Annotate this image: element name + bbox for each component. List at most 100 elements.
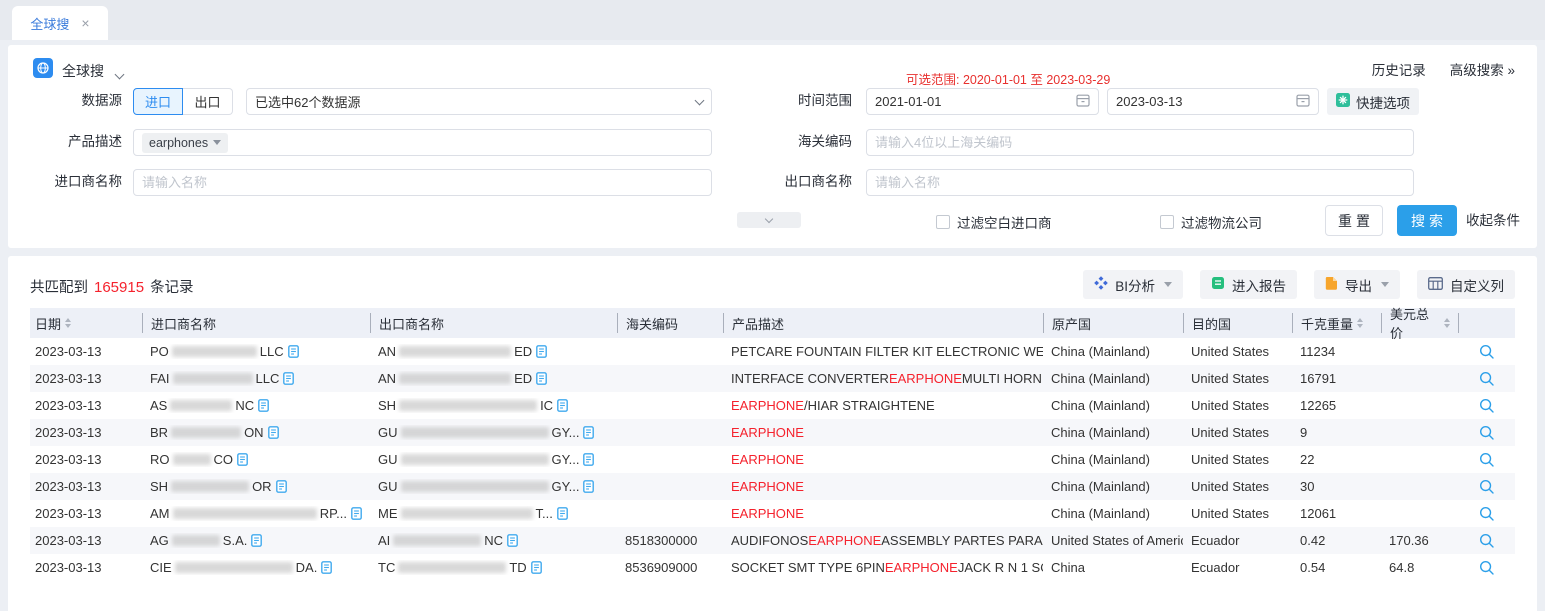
search-magnifier-icon[interactable] — [1479, 479, 1495, 495]
exporter-input[interactable] — [866, 169, 1414, 196]
col-header-value[interactable]: 美元总价 — [1381, 313, 1458, 333]
company-detail-icon[interactable] — [583, 426, 594, 439]
close-icon[interactable]: × — [81, 15, 89, 31]
col-header-weight[interactable]: 千克重量 — [1292, 313, 1381, 333]
filter-blank-importer-checkbox[interactable]: 过滤空白进口商 — [936, 212, 1052, 232]
export-button[interactable]: 导出 — [1314, 270, 1400, 299]
col-label: 目的国 — [1192, 314, 1231, 333]
collapse-conditions-link[interactable]: 收起条件 — [1466, 205, 1520, 236]
chevron-down-icon — [213, 140, 221, 145]
checkbox-icon[interactable] — [1160, 215, 1174, 229]
col-header-hs: 海关编码 — [617, 313, 723, 333]
destination-country-cell: United States — [1183, 452, 1292, 467]
bi-analysis-button[interactable]: BI分析 — [1083, 270, 1183, 299]
top-links: 历史记录 高级搜索 » — [1372, 59, 1515, 79]
sort-icon[interactable] — [1357, 318, 1363, 328]
product-description-cell: EARPHONE/HIAR STRAIGHTENE — [723, 398, 1043, 413]
origin-country-cell: China (Mainland) — [1043, 371, 1183, 386]
company-detail-icon[interactable] — [251, 534, 262, 547]
date-to-value: 2023-03-13 — [1116, 94, 1183, 109]
product-input[interactable]: earphones — [133, 129, 712, 156]
table-header-row: 日期进口商名称出口商名称海关编码产品描述原产国目的国千克重量美元总价 — [30, 308, 1515, 338]
exporter-cell: AINC — [370, 533, 617, 548]
results-table: 日期进口商名称出口商名称海关编码产品描述原产国目的国千克重量美元总价 2023-… — [30, 308, 1515, 581]
import-toggle[interactable]: 进口 — [133, 88, 183, 115]
sort-icon[interactable] — [1444, 318, 1450, 328]
company-detail-icon[interactable] — [321, 561, 332, 574]
filter-logistics-checkbox[interactable]: 过滤物流公司 — [1160, 212, 1262, 232]
company-detail-icon[interactable] — [268, 426, 279, 439]
exporter-cell: GUGY... — [370, 425, 617, 440]
redacted-text — [175, 562, 293, 573]
company-detail-icon[interactable] — [237, 453, 248, 466]
company-detail-icon[interactable] — [288, 345, 299, 358]
customize-columns-button[interactable]: 自定义列 — [1417, 270, 1515, 299]
importer-cell: FAILLC — [142, 371, 370, 386]
match-prefix: 共匹配到 — [30, 276, 88, 297]
product-description-cell: INTERFACE CONVERTER EARPHONE MULTI HORN … — [723, 371, 1043, 386]
history-link[interactable]: 历史记录 — [1372, 59, 1426, 79]
calendar-icon[interactable] — [1076, 93, 1090, 110]
importer-input[interactable] — [133, 169, 712, 196]
hs-label: 海关编码 — [756, 129, 852, 155]
chevron-down-icon[interactable] — [116, 65, 123, 83]
destination-country-cell: Ecuador — [1183, 533, 1292, 548]
table-grid-icon — [1428, 277, 1443, 293]
search-button[interactable]: 搜索 — [1397, 205, 1457, 236]
export-toggle[interactable]: 出口 — [183, 88, 233, 115]
calendar-icon[interactable] — [1296, 93, 1310, 110]
company-detail-icon[interactable] — [507, 534, 518, 547]
enter-report-button[interactable]: 进入报告 — [1200, 270, 1297, 299]
product-tag[interactable]: earphones — [142, 133, 228, 153]
company-detail-icon[interactable] — [258, 399, 269, 412]
exporter-cell: ANED — [370, 371, 617, 386]
company-detail-icon[interactable] — [583, 453, 594, 466]
company-detail-icon[interactable] — [536, 372, 547, 385]
date-to-input[interactable]: 2023-03-13 — [1107, 88, 1319, 115]
company-detail-icon[interactable] — [536, 345, 547, 358]
date-cell: 2023-03-13 — [30, 479, 142, 494]
date-cell: 2023-03-13 — [30, 371, 142, 386]
company-detail-icon[interactable] — [557, 399, 568, 412]
origin-country-cell: China (Mainland) — [1043, 452, 1183, 467]
destination-country-cell: United States — [1183, 344, 1292, 359]
redacted-text — [401, 508, 533, 519]
company-detail-icon[interactable] — [583, 480, 594, 493]
search-magnifier-icon[interactable] — [1479, 344, 1495, 360]
search-magnifier-icon[interactable] — [1479, 371, 1495, 387]
col-header-date[interactable]: 日期 — [30, 313, 142, 333]
importer-cell: AMRP... — [142, 506, 370, 521]
sort-icon[interactable] — [65, 318, 71, 328]
row-actions-cell — [1458, 533, 1515, 549]
quick-options-button[interactable]: 快捷选项 — [1327, 88, 1419, 115]
checkbox-icon[interactable] — [936, 215, 950, 229]
table-row: 2023-03-13AMRP...MET...EARPHONEChina (Ma… — [30, 500, 1515, 527]
date-from-input[interactable]: 2021-01-01 — [866, 88, 1099, 115]
search-magnifier-icon[interactable] — [1479, 398, 1495, 414]
company-detail-icon[interactable] — [557, 507, 568, 520]
search-magnifier-icon[interactable] — [1479, 560, 1495, 576]
company-detail-icon[interactable] — [283, 372, 294, 385]
search-magnifier-icon[interactable] — [1479, 533, 1495, 549]
hs-input[interactable] — [866, 129, 1414, 156]
col-label: 原产国 — [1052, 314, 1091, 333]
redacted-text — [170, 400, 232, 411]
table-row: 2023-03-13CIEDA.TCTD8536909000SOCKET SMT… — [30, 554, 1515, 581]
bi-diamond-icon — [1094, 276, 1108, 293]
weight-kg-cell: 30 — [1292, 479, 1381, 494]
weight-kg-cell: 0.42 — [1292, 533, 1381, 548]
tab-global-search[interactable]: 全球搜 × — [12, 6, 108, 40]
datasource-select[interactable]: 已选中62个数据源 — [246, 88, 712, 115]
search-magnifier-icon[interactable] — [1479, 506, 1495, 522]
search-magnifier-icon[interactable] — [1479, 425, 1495, 441]
expand-more-button[interactable] — [737, 212, 801, 228]
advanced-search-link[interactable]: 高级搜索 » — [1450, 59, 1515, 79]
company-detail-icon[interactable] — [531, 561, 542, 574]
company-detail-icon[interactable] — [276, 480, 287, 493]
importer-cell: CIEDA. — [142, 560, 370, 575]
tab-label: 全球搜 — [30, 14, 69, 33]
reset-button[interactable]: 重置 — [1325, 205, 1383, 236]
origin-country-cell: China (Mainland) — [1043, 398, 1183, 413]
search-magnifier-icon[interactable] — [1479, 452, 1495, 468]
company-detail-icon[interactable] — [351, 507, 362, 520]
